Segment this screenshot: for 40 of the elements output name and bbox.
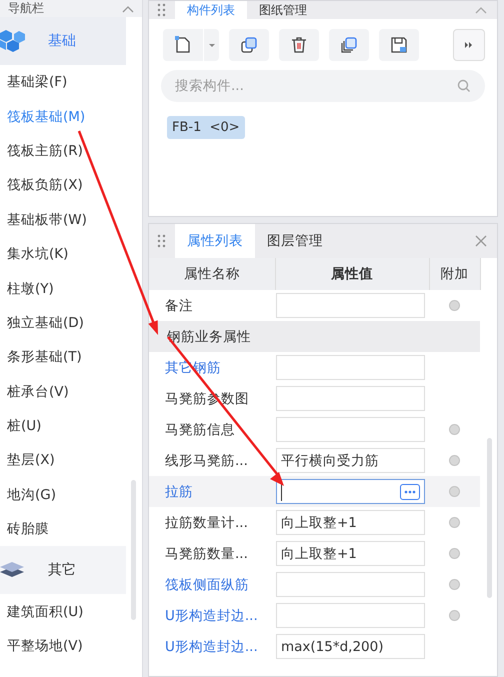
property-name: 拉筋 <box>149 476 275 507</box>
nav-item[interactable]: 筏板基础(M) <box>0 99 142 134</box>
nav-item[interactable]: 基础板带(W) <box>0 202 142 237</box>
property-name: 备注 <box>149 290 275 321</box>
tab[interactable]: 图纸管理 <box>247 1 319 19</box>
value-field[interactable]: 平行横向受力筋 <box>276 448 425 473</box>
nav-item[interactable]: 平整场地(V) <box>0 628 142 664</box>
panel-title: 导航栏 <box>8 0 44 17</box>
value-field[interactable]: 向上取整+1 <box>276 510 425 535</box>
nav-item[interactable]: 地沟(G) <box>0 478 142 512</box>
nav-item[interactable]: 砖胎膜 <box>0 512 142 546</box>
nav-item[interactable]: 集水坑(K) <box>0 236 142 272</box>
property-name: 线形马凳筋... <box>149 445 275 476</box>
component-item[interactable]: FB-1 <0> <box>167 116 245 139</box>
property-name: U形构造封边... <box>164 638 259 656</box>
property-name: 筏板侧面纵筋 <box>164 576 250 594</box>
tab[interactable]: 图层管理 <box>255 224 335 258</box>
nav-item[interactable]: 垫层(X) <box>0 443 142 478</box>
nav-item[interactable]: 建筑面积(U) <box>0 594 142 629</box>
column-header: 属性名称 <box>149 258 275 290</box>
nav-item[interactable]: 筏板负筋(X) <box>0 168 142 203</box>
nav-item[interactable]: 柱墩(Y) <box>0 271 142 306</box>
value-field[interactable]: 向上取整+1 <box>276 541 425 566</box>
search-field[interactable]: 搜索构件... <box>161 70 485 102</box>
nav-item[interactable]: 独立基础(D) <box>0 306 142 340</box>
column-header: 属性值 <box>275 258 429 290</box>
nav-item[interactable]: 基础梁(F) <box>0 65 142 100</box>
nav-item[interactable]: 条形基础(T) <box>0 340 142 375</box>
property-name: 马凳筋数量... <box>164 544 249 564</box>
nav-item[interactable]: 桩(U) <box>0 408 142 444</box>
nav-item[interactable]: 桩承台(V) <box>0 374 142 409</box>
column-header: 附加 <box>429 258 480 290</box>
nav-item[interactable]: 筏板主筋(R) <box>0 134 142 168</box>
property-name: 马凳筋信息 <box>164 420 236 440</box>
property-name: U形构造封边... <box>164 606 259 626</box>
value-field[interactable]: max(15*d,200) <box>276 634 425 659</box>
tab[interactable]: 构件列表 <box>175 1 247 19</box>
tab[interactable]: 属性列表 <box>175 224 255 258</box>
property-name: 拉筋数量计... <box>149 507 275 538</box>
nav-group[interactable]: 其它 <box>0 546 126 594</box>
